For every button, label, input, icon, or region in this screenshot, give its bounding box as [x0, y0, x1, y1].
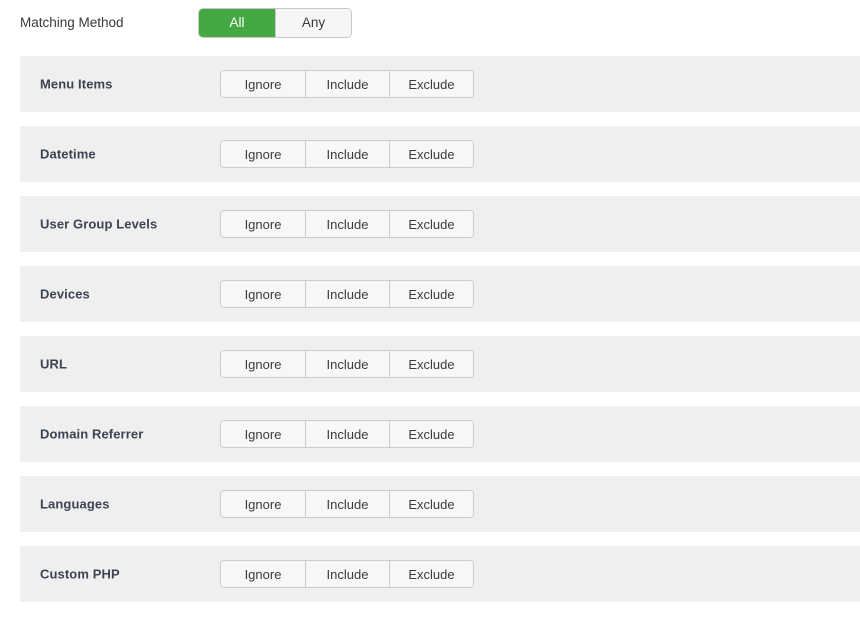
condition-button-group[interactable]: Ignore Include Exclude — [220, 420, 474, 448]
matching-method-toggle-group[interactable]: All Any — [199, 9, 351, 37]
condition-rows: Menu Items Ignore Include Exclude Dateti… — [0, 56, 860, 616]
condition-row-user-group-levels: User Group Levels Ignore Include Exclude — [20, 196, 860, 252]
include-button[interactable]: Include — [305, 351, 389, 377]
exclude-button[interactable]: Exclude — [389, 421, 473, 447]
condition-row-domain-referrer: Domain Referrer Ignore Include Exclude — [20, 406, 860, 462]
condition-row-label: Menu Items — [40, 76, 113, 92]
exclude-button[interactable]: Exclude — [389, 71, 473, 97]
condition-row-custom-php: Custom PHP Ignore Include Exclude — [20, 546, 860, 602]
condition-row-label: Languages — [40, 496, 110, 512]
matching-method-label: Matching Method — [20, 15, 124, 30]
include-button[interactable]: Include — [305, 141, 389, 167]
condition-row-label: Domain Referrer — [40, 426, 144, 442]
exclude-button[interactable]: Exclude — [389, 141, 473, 167]
include-button[interactable]: Include — [305, 421, 389, 447]
exclude-button[interactable]: Exclude — [389, 491, 473, 517]
include-button[interactable]: Include — [305, 211, 389, 237]
include-button[interactable]: Include — [305, 491, 389, 517]
condition-row-label: Devices — [40, 286, 90, 302]
ignore-button[interactable]: Ignore — [221, 211, 305, 237]
condition-button-group[interactable]: Ignore Include Exclude — [220, 70, 474, 98]
ignore-button[interactable]: Ignore — [221, 561, 305, 587]
exclude-button[interactable]: Exclude — [389, 351, 473, 377]
condition-row-label: URL — [40, 356, 68, 372]
condition-button-group[interactable]: Ignore Include Exclude — [220, 350, 474, 378]
condition-button-group[interactable]: Ignore Include Exclude — [220, 280, 474, 308]
exclude-button[interactable]: Exclude — [389, 211, 473, 237]
exclude-button[interactable]: Exclude — [389, 561, 473, 587]
condition-button-group[interactable]: Ignore Include Exclude — [220, 560, 474, 588]
ignore-button[interactable]: Ignore — [221, 281, 305, 307]
ignore-button[interactable]: Ignore — [221, 421, 305, 447]
matching-method-bar: Matching Method All Any — [0, 0, 860, 48]
ignore-button[interactable]: Ignore — [221, 141, 305, 167]
exclude-button[interactable]: Exclude — [389, 281, 473, 307]
ignore-button[interactable]: Ignore — [221, 71, 305, 97]
condition-row-url: URL Ignore Include Exclude — [20, 336, 860, 392]
condition-button-group[interactable]: Ignore Include Exclude — [220, 210, 474, 238]
condition-row-label: Custom PHP — [40, 566, 120, 582]
condition-button-group[interactable]: Ignore Include Exclude — [220, 490, 474, 518]
condition-row-devices: Devices Ignore Include Exclude — [20, 266, 860, 322]
include-button[interactable]: Include — [305, 281, 389, 307]
matching-method-option-all[interactable]: All — [199, 9, 275, 37]
condition-row-languages: Languages Ignore Include Exclude — [20, 476, 860, 532]
include-button[interactable]: Include — [305, 561, 389, 587]
condition-row-datetime: Datetime Ignore Include Exclude — [20, 126, 860, 182]
include-button[interactable]: Include — [305, 71, 389, 97]
ignore-button[interactable]: Ignore — [221, 351, 305, 377]
condition-button-group[interactable]: Ignore Include Exclude — [220, 140, 474, 168]
matching-method-option-any[interactable]: Any — [275, 9, 351, 37]
ignore-button[interactable]: Ignore — [221, 491, 305, 517]
condition-row-label: Datetime — [40, 146, 96, 162]
condition-row-label: User Group Levels — [40, 216, 158, 232]
condition-row-menu-items: Menu Items Ignore Include Exclude — [20, 56, 860, 112]
